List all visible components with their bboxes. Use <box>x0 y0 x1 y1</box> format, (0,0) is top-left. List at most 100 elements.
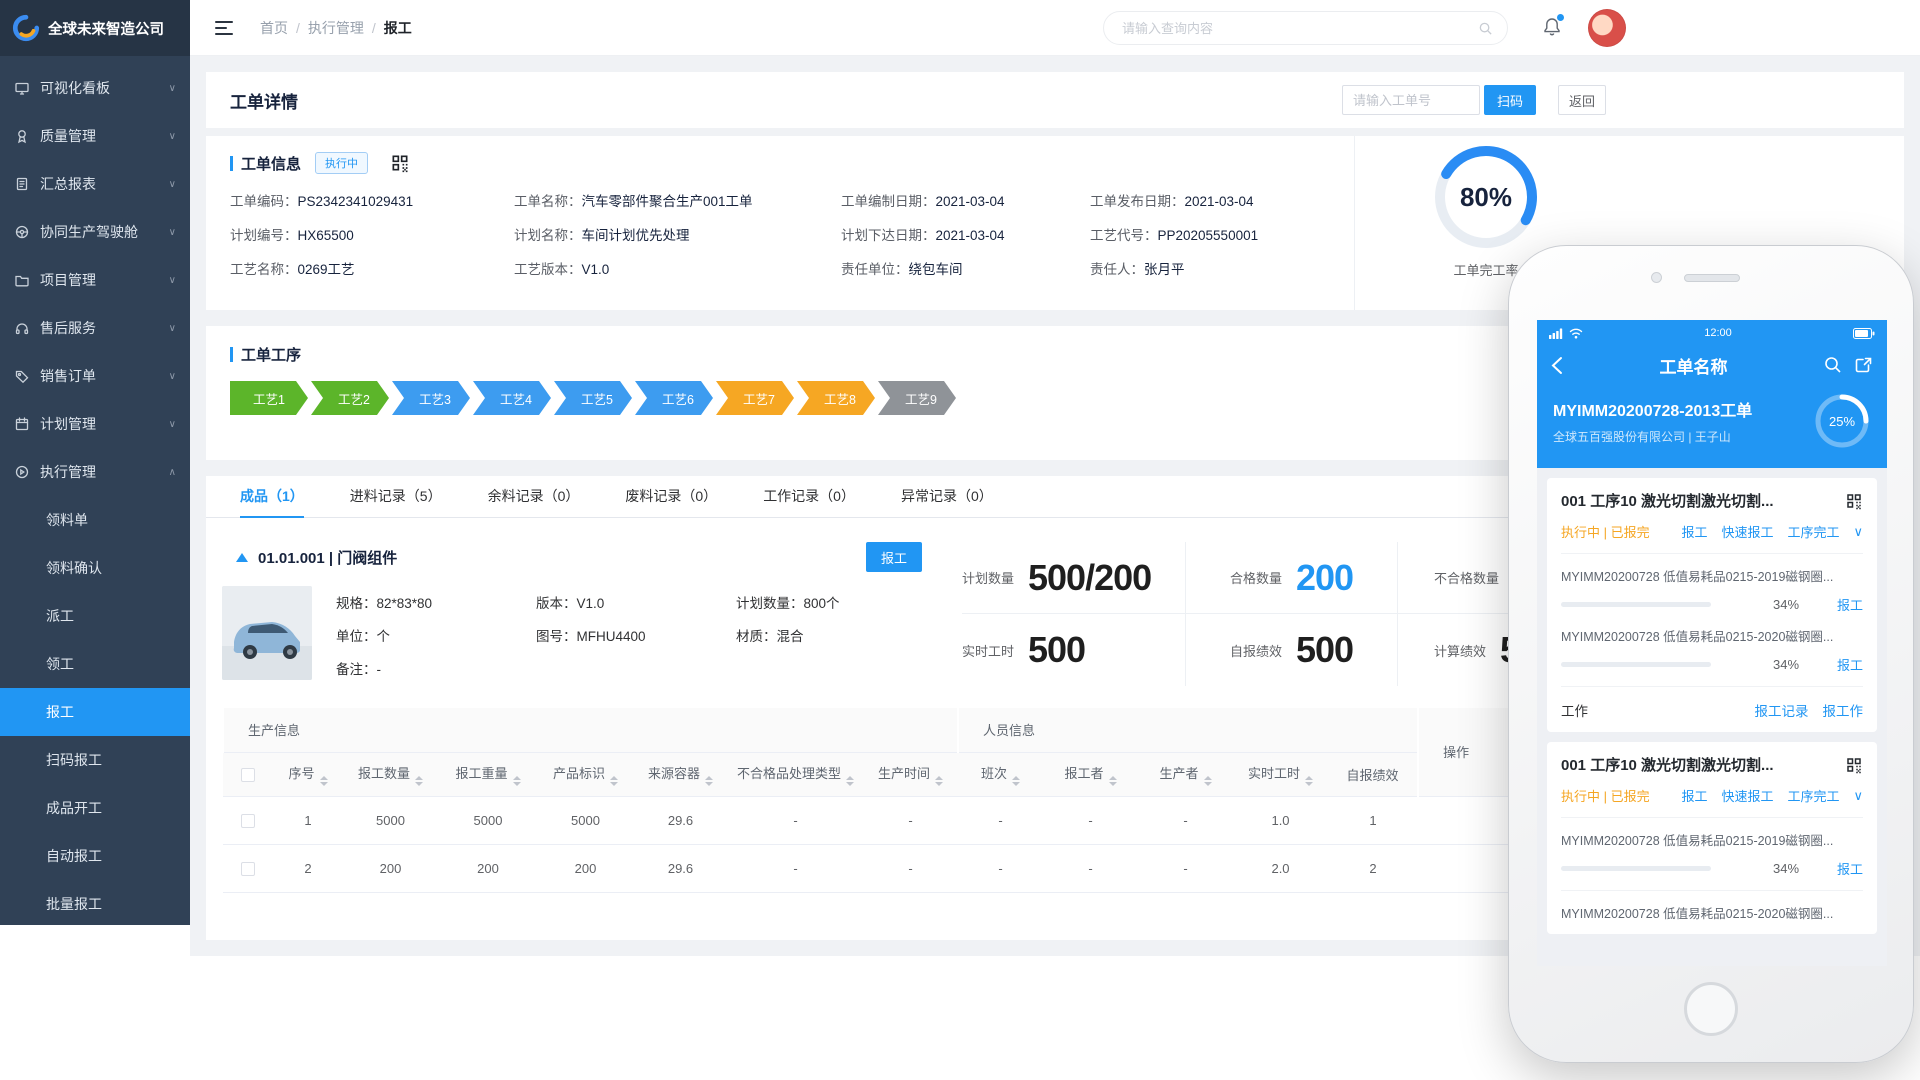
search-icon[interactable] <box>1824 356 1842 374</box>
sidebar-item-reports[interactable]: 汇总报表∨ <box>0 160 190 208</box>
report-work-button[interactable]: 报工 <box>866 542 922 572</box>
progress-bar <box>1561 602 1711 607</box>
row-checkbox[interactable] <box>241 862 255 876</box>
process-step[interactable]: 工艺3 <box>392 381 470 415</box>
breadcrumb-execution[interactable]: 执行管理 <box>308 18 364 38</box>
sidebar-item-dispatch[interactable]: 派工 <box>0 592 190 640</box>
phone-process-card: 001 工序10 激光切割激光切割... 执行中 | 已报完 报工 快速报工 工… <box>1547 742 1877 934</box>
sidebar-item-material-request[interactable]: 领料单 <box>0 496 190 544</box>
col-product-id[interactable]: 产品标识 <box>538 752 633 796</box>
process-step[interactable]: 工艺9 <box>878 381 956 415</box>
tab-waste-material[interactable]: 废料记录（0） <box>625 476 717 518</box>
scan-icon[interactable] <box>1854 356 1873 374</box>
sidebar-item-dashboard[interactable]: 可视化看板∨ <box>0 64 190 112</box>
col-realtime-hours[interactable]: 实时工时 <box>1233 752 1328 796</box>
process-step[interactable]: 工艺1 <box>230 381 308 415</box>
col-nc-handle-type[interactable]: 不合格品处理类型 <box>728 752 863 796</box>
sidebar-item-report-work[interactable]: 报工 <box>0 688 190 736</box>
work-order-number-input[interactable] <box>1342 85 1480 115</box>
sort-icon[interactable] <box>1204 776 1212 786</box>
cell: 5000 <box>438 796 538 844</box>
tab-work-record[interactable]: 工作记录（0） <box>763 476 855 518</box>
phone-home-button[interactable] <box>1684 982 1738 1036</box>
sidebar-item-claim-work[interactable]: 领工 <box>0 640 190 688</box>
search-icon[interactable] <box>1478 21 1493 36</box>
tab-finished-product[interactable]: 成品（1） <box>240 476 304 518</box>
field: 责任单位：绕包车间 <box>841 258 1090 278</box>
sidebar-item-aftersales[interactable]: 售后服务∨ <box>0 304 190 352</box>
report-icon <box>14 176 30 192</box>
select-all-checkbox[interactable] <box>241 768 255 782</box>
col-self-perf[interactable]: 自报绩效 <box>1328 752 1418 796</box>
finish-process-link[interactable]: 工序完工 <box>1787 786 1839 805</box>
col-seq[interactable]: 序号 <box>273 752 343 796</box>
process-step[interactable]: 工艺2 <box>311 381 389 415</box>
sidebar-item-label: 销售订单 <box>40 366 96 386</box>
cell: - <box>1138 796 1233 844</box>
breadcrumb-home[interactable]: 首页 <box>260 18 288 38</box>
qr-code-icon[interactable] <box>390 153 410 173</box>
sidebar-item-scan-report[interactable]: 扫码报工 <box>0 736 190 784</box>
process-step[interactable]: 工艺5 <box>554 381 632 415</box>
sort-icon[interactable] <box>610 776 618 786</box>
collapse-arrow-icon[interactable] <box>236 553 248 562</box>
sort-icon[interactable] <box>705 776 713 786</box>
sort-icon[interactable] <box>846 776 854 786</box>
sort-icon[interactable] <box>415 776 423 786</box>
col-reporter[interactable]: 报工者 <box>1043 752 1138 796</box>
sidebar-item-projects[interactable]: 项目管理∨ <box>0 256 190 304</box>
report-work-link[interactable]: 报工作 <box>1823 700 1864 720</box>
col-report-weight[interactable]: 报工重量 <box>438 752 538 796</box>
sidebar-item-batch-report[interactable]: 批量报工 <box>0 880 190 928</box>
sidebar-item-auto-report[interactable]: 自动报工 <box>0 832 190 880</box>
user-avatar[interactable] <box>1588 9 1626 47</box>
sidebar-item-material-confirm[interactable]: 领料确认 <box>0 544 190 592</box>
quick-report-link[interactable]: 快速报工 <box>1721 786 1773 805</box>
sidebar-item-quality[interactable]: 质量管理∨ <box>0 112 190 160</box>
col-shift[interactable]: 班次 <box>958 752 1043 796</box>
qr-code-icon[interactable] <box>1845 756 1863 774</box>
finish-process-link[interactable]: 工序完工 <box>1787 522 1839 541</box>
sort-icon[interactable] <box>935 776 943 786</box>
col-source-container[interactable]: 来源容器 <box>633 752 728 796</box>
global-search-input[interactable] <box>1122 21 1478 36</box>
sort-icon[interactable] <box>513 776 521 786</box>
sort-icon[interactable] <box>320 776 328 786</box>
row-checkbox[interactable] <box>241 814 255 828</box>
report-work-link[interactable]: 报工 <box>1837 595 1863 614</box>
menu-fold-icon[interactable] <box>214 19 234 37</box>
col-producer[interactable]: 生产者 <box>1138 752 1233 796</box>
process-step[interactable]: 工艺8 <box>797 381 875 415</box>
report-work-link[interactable]: 报工 <box>1681 786 1707 805</box>
global-search[interactable] <box>1103 11 1508 45</box>
process-step[interactable]: 工艺6 <box>635 381 713 415</box>
notification-bell-icon[interactable] <box>1542 16 1562 38</box>
sidebar-item-execution[interactable]: 执行管理∧ <box>0 448 190 496</box>
report-record-link[interactable]: 报工记录 <box>1755 700 1809 720</box>
sort-icon[interactable] <box>1109 776 1117 786</box>
tab-surplus-material[interactable]: 余料记录（0） <box>488 476 580 518</box>
battery-icon <box>1853 328 1875 339</box>
process-step[interactable]: 工艺4 <box>473 381 551 415</box>
sidebar-item-product-start[interactable]: 成品开工 <box>0 784 190 832</box>
sidebar-item-planning[interactable]: 计划管理∨ <box>0 400 190 448</box>
sort-icon[interactable] <box>1012 776 1020 786</box>
chevron-down-icon[interactable]: ∨ <box>1853 788 1863 804</box>
sidebar-item-cockpit[interactable]: 协同生产驾驶舱∨ <box>0 208 190 256</box>
scan-button[interactable]: 扫码 <box>1484 85 1536 115</box>
process-step[interactable]: 工艺7 <box>716 381 794 415</box>
tab-incoming-material[interactable]: 进料记录（5） <box>350 476 442 518</box>
report-work-link[interactable]: 报工 <box>1681 522 1707 541</box>
sidebar-item-sales-orders[interactable]: 销售订单∨ <box>0 352 190 400</box>
chevron-down-icon[interactable]: ∨ <box>1853 524 1863 540</box>
qr-code-icon[interactable] <box>1845 492 1863 510</box>
sort-icon[interactable] <box>1305 776 1313 786</box>
tab-exception-record[interactable]: 异常记录（0） <box>901 476 993 518</box>
col-production-time[interactable]: 生产时间 <box>863 752 958 796</box>
quick-report-link[interactable]: 快速报工 <box>1721 522 1773 541</box>
col-report-qty[interactable]: 报工数量 <box>343 752 438 796</box>
report-work-link[interactable]: 报工 <box>1837 655 1863 674</box>
report-work-link[interactable]: 报工 <box>1837 859 1863 878</box>
back-button[interactable]: 返回 <box>1558 85 1606 115</box>
back-icon[interactable] <box>1551 356 1563 375</box>
